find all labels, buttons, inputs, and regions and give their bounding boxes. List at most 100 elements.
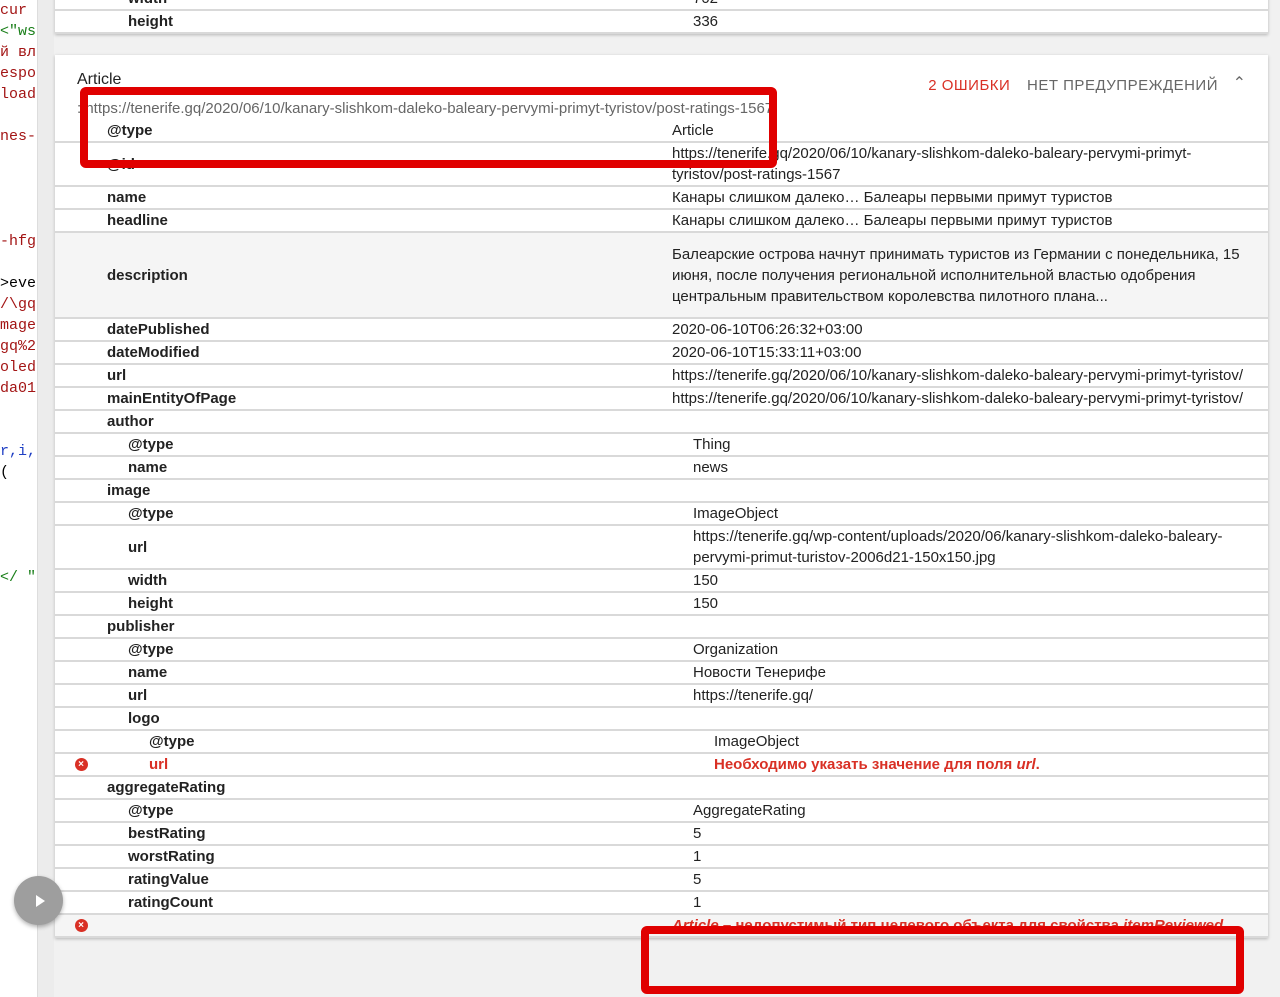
play-icon — [35, 894, 45, 907]
property-key: height — [128, 595, 173, 612]
property-value: https://tenerife.gq/2020/06/10/kanary-sl… — [672, 145, 1192, 183]
property-key: url — [128, 538, 148, 556]
property-row: name news — [55, 457, 1268, 480]
error-message: Необходимо указать значение для поля url… — [714, 754, 1268, 775]
property-key: ratingValue — [128, 871, 209, 888]
code-line: -nes — [0, 128, 37, 145]
code-line: mage — [0, 317, 37, 334]
property-key: datePublished — [107, 321, 210, 338]
error-icon: × — [74, 919, 88, 932]
property-row: @type AggregateRating — [55, 800, 1268, 823]
property-row: image — [55, 480, 1268, 503]
property-key: @id — [107, 155, 135, 173]
code-line: " /> — [0, 569, 37, 586]
property-value: 702 — [693, 0, 1268, 9]
property-key: @type — [128, 436, 174, 453]
property-row: @id https://tenerife.gq/2020/06/10/kanary… — [55, 143, 1268, 187]
code-line: ws"> — [0, 23, 37, 40]
property-row: description Балеарские острова начнут при… — [55, 233, 1268, 319]
property-row: @type ImageObject — [55, 731, 1268, 754]
property-value: 1 — [693, 848, 702, 865]
property-key: @type — [128, 802, 174, 819]
item-id-url: : https://tenerife.gq/2020/06/10/kanary-… — [77, 100, 774, 117]
code-line: cur — [0, 2, 28, 19]
property-value: https://tenerife.gq/ — [693, 687, 814, 704]
message-part: . — [1035, 756, 1040, 773]
warnings-count: НЕТ ПРЕДУПРЕЖДЕНИЙ — [1026, 77, 1218, 94]
property-value: Organization — [693, 641, 779, 658]
row-icon-cell: × — [55, 919, 107, 932]
item-type-title: Article — [77, 71, 122, 88]
property-table: @type Article @id https://tenerife.gq/2020/… — [55, 120, 1268, 938]
property-row: @type Thing — [55, 434, 1268, 457]
property-key: url — [107, 367, 127, 384]
code-line: eve< — [0, 275, 37, 292]
error-row: × url Необходимо указать значение для поля… — [55, 754, 1268, 777]
property-row: ratingValue 5 — [55, 869, 1268, 892]
property-value: 2020-06-10T06:26:32+03:00 — [672, 321, 863, 338]
article-item-panel: Article : https://tenerife.gq/2020/06/10… — [55, 55, 1268, 938]
code-line: gq\/ — [0, 296, 37, 313]
property-row: aggregateRating — [55, 777, 1268, 800]
property-row: bestRating 5 — [55, 823, 1268, 846]
message-part: url — [1016, 756, 1036, 773]
property-key: description — [107, 266, 188, 284]
property-key: name — [128, 459, 168, 476]
property-value: 150 — [693, 595, 719, 612]
property-key: name — [128, 664, 168, 681]
property-value: 1 — [693, 894, 702, 911]
code-editor-strip: cur ws"> й вл espo load -nes hfg-eve< gq\/ mage g… — [0, 0, 38, 997]
message-part: Необходимо указать значение для поля — [714, 756, 1017, 773]
property-key: aggregateRating — [107, 779, 226, 796]
property-row: logo — [55, 708, 1268, 731]
scrollbar-track[interactable] — [38, 0, 54, 997]
chevron-up-icon[interactable]: ⌃ — [1233, 73, 1246, 93]
property-row: name Новости Тенерифе — [55, 662, 1268, 685]
property-row: url https://tenerife.gq/ — [55, 685, 1268, 708]
property-value: 5 — [693, 871, 702, 888]
property-row: height 336 — [55, 11, 1268, 34]
errors-count: 2 ОШИБКИ — [928, 77, 1011, 94]
property-value: Новости Тенерифе — [693, 664, 826, 681]
property-value: Балеарские острова начнут принимать тури… — [672, 245, 1240, 305]
property-key: headline — [107, 212, 168, 229]
property-key: @type — [128, 641, 174, 658]
error-message: Article – недопустимый тип целевого объе… — [672, 915, 1268, 936]
property-value: Article — [672, 122, 714, 139]
property-key: dateModified — [107, 344, 200, 361]
property-row: publisher — [55, 616, 1268, 639]
property-value: https://tenerife.gq/2020/06/10/kanary-sl… — [672, 390, 1244, 407]
code-line: da01 — [0, 380, 37, 397]
property-value: ImageObject — [693, 505, 779, 522]
property-value: Канары слишком далеко… Балеары первыми п… — [672, 189, 1113, 206]
property-row: @type Article — [55, 120, 1268, 143]
article-header[interactable]: Article : https://tenerife.gq/2020/06/10… — [55, 55, 1268, 120]
property-key: author — [107, 413, 154, 430]
message-part: – недопустимый тип целевого объекта для … — [718, 917, 1124, 934]
property-value: news — [693, 459, 729, 476]
property-row: @type ImageObject — [55, 503, 1268, 526]
property-key: @type — [107, 122, 153, 139]
property-row: url https://tenerife.gq/2020/06/10/kanary… — [55, 365, 1268, 388]
property-row: name Канары слишком далеко… Балеары первы… — [55, 187, 1268, 210]
code-line: ,r,i — [0, 443, 37, 460]
error-row: × Article – недопустимый тип целевого объ… — [55, 915, 1268, 938]
top-item-panel: width702 height 336 — [55, 0, 1268, 34]
property-key: worstRating — [128, 848, 215, 865]
property-value: 150 — [693, 572, 719, 589]
property-key: width — [107, 0, 693, 9]
property-key: logo — [128, 710, 160, 727]
property-value: AggregateRating — [693, 802, 806, 819]
play-button[interactable] — [14, 876, 63, 925]
